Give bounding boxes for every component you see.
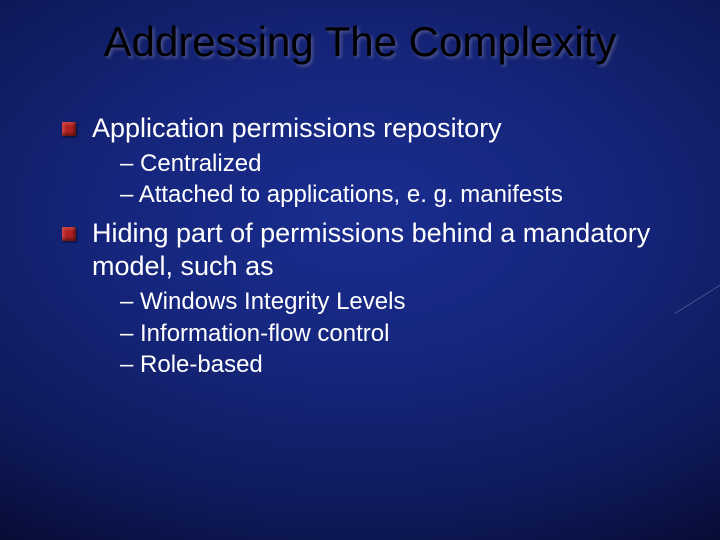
sub-item: – Role-based	[62, 350, 680, 379]
square-bullet-icon	[62, 122, 76, 136]
sub-item: – Attached to applications, e. g. manife…	[62, 180, 680, 209]
slide-body: Application permissions repository – Cen…	[62, 112, 680, 381]
slide-title: Addressing The Complexity	[0, 18, 720, 66]
bullet-item-1: Application permissions repository	[62, 112, 680, 145]
bullet-text: Hiding part of permissions behind a mand…	[92, 218, 650, 281]
square-bullet-icon	[62, 227, 76, 241]
sub-item: – Windows Integrity Levels	[62, 287, 680, 316]
sub-item: – Centralized	[62, 149, 680, 178]
sub-item: – Information-flow control	[62, 319, 680, 348]
bullet-text: Application permissions repository	[92, 113, 502, 143]
slide: Addressing The Complexity Application pe…	[0, 0, 720, 540]
decorative-line	[675, 281, 720, 314]
bullet-item-2: Hiding part of permissions behind a mand…	[62, 217, 680, 283]
